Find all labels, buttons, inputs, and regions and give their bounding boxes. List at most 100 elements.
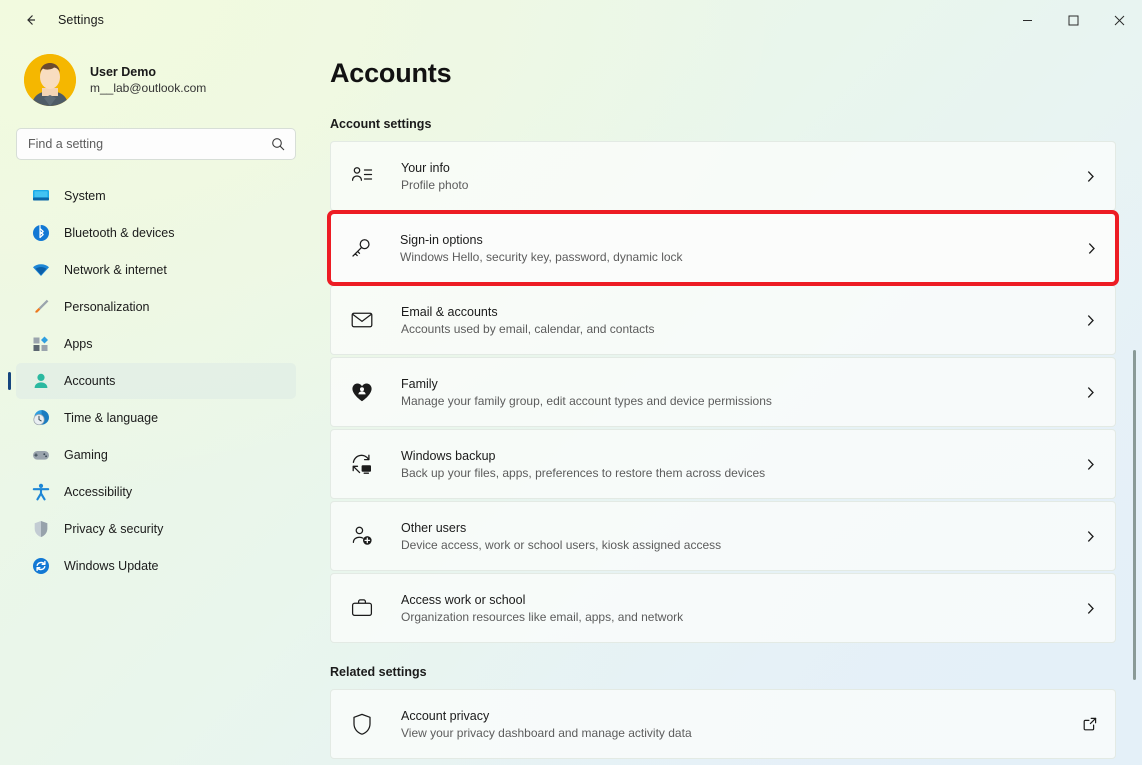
profile-name: User Demo: [90, 65, 156, 79]
accessibility-icon: [32, 483, 50, 501]
system-icon: [32, 187, 50, 205]
minimize-button[interactable]: [1004, 0, 1050, 40]
your-info-icon: [349, 163, 375, 189]
card-title: Your info: [401, 160, 450, 175]
maximize-icon: [1068, 15, 1078, 25]
card-title: Windows backup: [401, 448, 496, 463]
shield-outline-icon: [349, 711, 375, 737]
sidebar-item-network-internet[interactable]: Network & internet: [16, 252, 296, 288]
setting-card-sign-in-options[interactable]: Sign-in options Windows Hello, security …: [327, 210, 1119, 286]
arrow-left-icon: [27, 15, 35, 25]
shield-icon: [32, 520, 50, 538]
setting-card-windows-backup[interactable]: Windows backup Back up your files, apps,…: [330, 429, 1116, 499]
sidebar-item-label: Accounts: [64, 374, 116, 388]
sidebar-item-label: Network & internet: [64, 263, 167, 277]
card-text: Access work or school Organization resou…: [401, 593, 1081, 624]
apps-icon: [32, 335, 50, 353]
mail-icon: [349, 307, 375, 333]
close-icon: [1114, 15, 1124, 25]
chevron-right-icon: [1082, 242, 1100, 255]
maximize-button[interactable]: [1050, 0, 1096, 40]
sidebar-item-label: Personalization: [64, 300, 150, 314]
chevron-right-icon: [1081, 314, 1099, 327]
setting-card-account-privacy[interactable]: Account privacy View your privacy dashbo…: [330, 689, 1116, 759]
sidebar-item-privacy-security[interactable]: Privacy & security: [16, 511, 296, 547]
search-icon: [271, 137, 285, 156]
card-title: Other users: [401, 520, 467, 535]
sidebar-item-label: Bluetooth & devices: [64, 226, 175, 240]
card-text: Email & accounts Accounts used by email,…: [401, 305, 1081, 336]
back-button[interactable]: [14, 5, 48, 35]
sidebar-item-accessibility[interactable]: Accessibility: [16, 474, 296, 510]
sidebar-item-label: Accessibility: [64, 485, 133, 499]
setting-card-email-accounts[interactable]: Email & accounts Accounts used by email,…: [330, 285, 1116, 355]
card-title: Family: [401, 376, 438, 391]
sidebar-item-bluetooth-devices[interactable]: Bluetooth & devices: [16, 215, 296, 251]
settings-window: Settings User Demo m__lab@outlook.com Fi…: [0, 0, 1142, 765]
sidebar-item-time-language[interactable]: Time & language: [16, 400, 296, 436]
card-text: Other users Device access, work or schoo…: [401, 521, 1081, 552]
sidebar-item-personalization[interactable]: Personalization: [16, 289, 296, 325]
sidebar-item-label: Windows Update: [64, 559, 159, 573]
sidebar-item-label: Privacy & security: [64, 522, 164, 536]
profile-email: m__lab@outlook.com: [90, 81, 207, 95]
wifi-icon: [32, 261, 50, 279]
card-desc: Organization resources like email, apps,…: [401, 609, 684, 624]
sidebar-item-label: Time & language: [64, 411, 159, 425]
card-desc: Accounts used by email, calendar, and co…: [401, 321, 655, 336]
card-text: Your info Profile photo: [401, 161, 1081, 192]
navigation-list: System Bluetooth & devices Network & int…: [8, 178, 296, 584]
user-avatar-icon: [24, 54, 76, 106]
card-text: Windows backup Back up your files, apps,…: [401, 449, 1081, 480]
close-button[interactable]: [1096, 0, 1142, 40]
search-box[interactable]: [16, 128, 296, 160]
gamepad-icon: [32, 446, 50, 464]
card-text: Sign-in options Windows Hello, security …: [400, 233, 1082, 264]
card-title: Access work or school: [401, 592, 526, 607]
chevron-right-icon: [1081, 530, 1099, 543]
sidebar-item-label: Apps: [64, 337, 93, 351]
sidebar: User Demo m__lab@outlook.com Find a sett…: [0, 40, 312, 765]
main-content: Accounts Account settings Your info Prof…: [312, 40, 1142, 765]
vertical-scrollbar[interactable]: [1133, 350, 1136, 680]
card-desc: Profile photo: [401, 177, 469, 192]
account-settings-list: Your info Profile photo Sign-in options …: [312, 141, 1142, 643]
setting-card-access-work-or-school[interactable]: Access work or school Organization resou…: [330, 573, 1116, 643]
family-heart-icon: [349, 379, 375, 405]
sidebar-item-gaming[interactable]: Gaming: [16, 437, 296, 473]
setting-card-other-users[interactable]: Other users Device access, work or schoo…: [330, 501, 1116, 571]
card-text: Family Manage your family group, edit ac…: [401, 377, 1081, 408]
profile-block[interactable]: User Demo m__lab@outlook.com: [24, 54, 296, 106]
sidebar-item-accounts[interactable]: Accounts: [8, 363, 296, 399]
search-input[interactable]: [17, 137, 295, 151]
chevron-right-icon: [1081, 170, 1099, 183]
sidebar-item-windows-update[interactable]: Windows Update: [16, 548, 296, 584]
sidebar-item-label: System: [64, 189, 106, 203]
person-icon: [32, 372, 50, 390]
card-desc: View your privacy dashboard and manage a…: [401, 725, 692, 740]
key-icon: [348, 235, 374, 261]
sidebar-item-label: Gaming: [64, 448, 108, 462]
title-bar: Settings: [0, 0, 1142, 40]
avatar: [24, 54, 76, 106]
profile-text: User Demo m__lab@outlook.com: [90, 65, 206, 95]
sidebar-item-apps[interactable]: Apps: [16, 326, 296, 362]
clock-icon: [32, 409, 50, 427]
account-settings-heading: Account settings: [330, 117, 432, 131]
paintbrush-icon: [32, 298, 50, 316]
card-desc: Device access, work or school users, kio…: [401, 537, 722, 552]
sidebar-item-system[interactable]: System: [16, 178, 296, 214]
chevron-right-icon: [1081, 602, 1099, 615]
card-title: Account privacy: [401, 708, 490, 723]
card-desc: Manage your family group, edit account t…: [401, 393, 772, 408]
minimize-icon: [1022, 19, 1032, 21]
page-title: Accounts: [330, 58, 452, 88]
setting-card-family[interactable]: Family Manage your family group, edit ac…: [330, 357, 1116, 427]
briefcase-icon: [349, 595, 375, 621]
related-settings-heading: Related settings: [330, 665, 427, 679]
card-text: Account privacy View your privacy dashbo…: [401, 709, 1081, 740]
chevron-right-icon: [1081, 458, 1099, 471]
setting-card-your-info[interactable]: Your info Profile photo: [330, 141, 1116, 211]
bluetooth-icon: [32, 224, 50, 242]
card-desc: Back up your files, apps, preferences to…: [401, 465, 766, 480]
